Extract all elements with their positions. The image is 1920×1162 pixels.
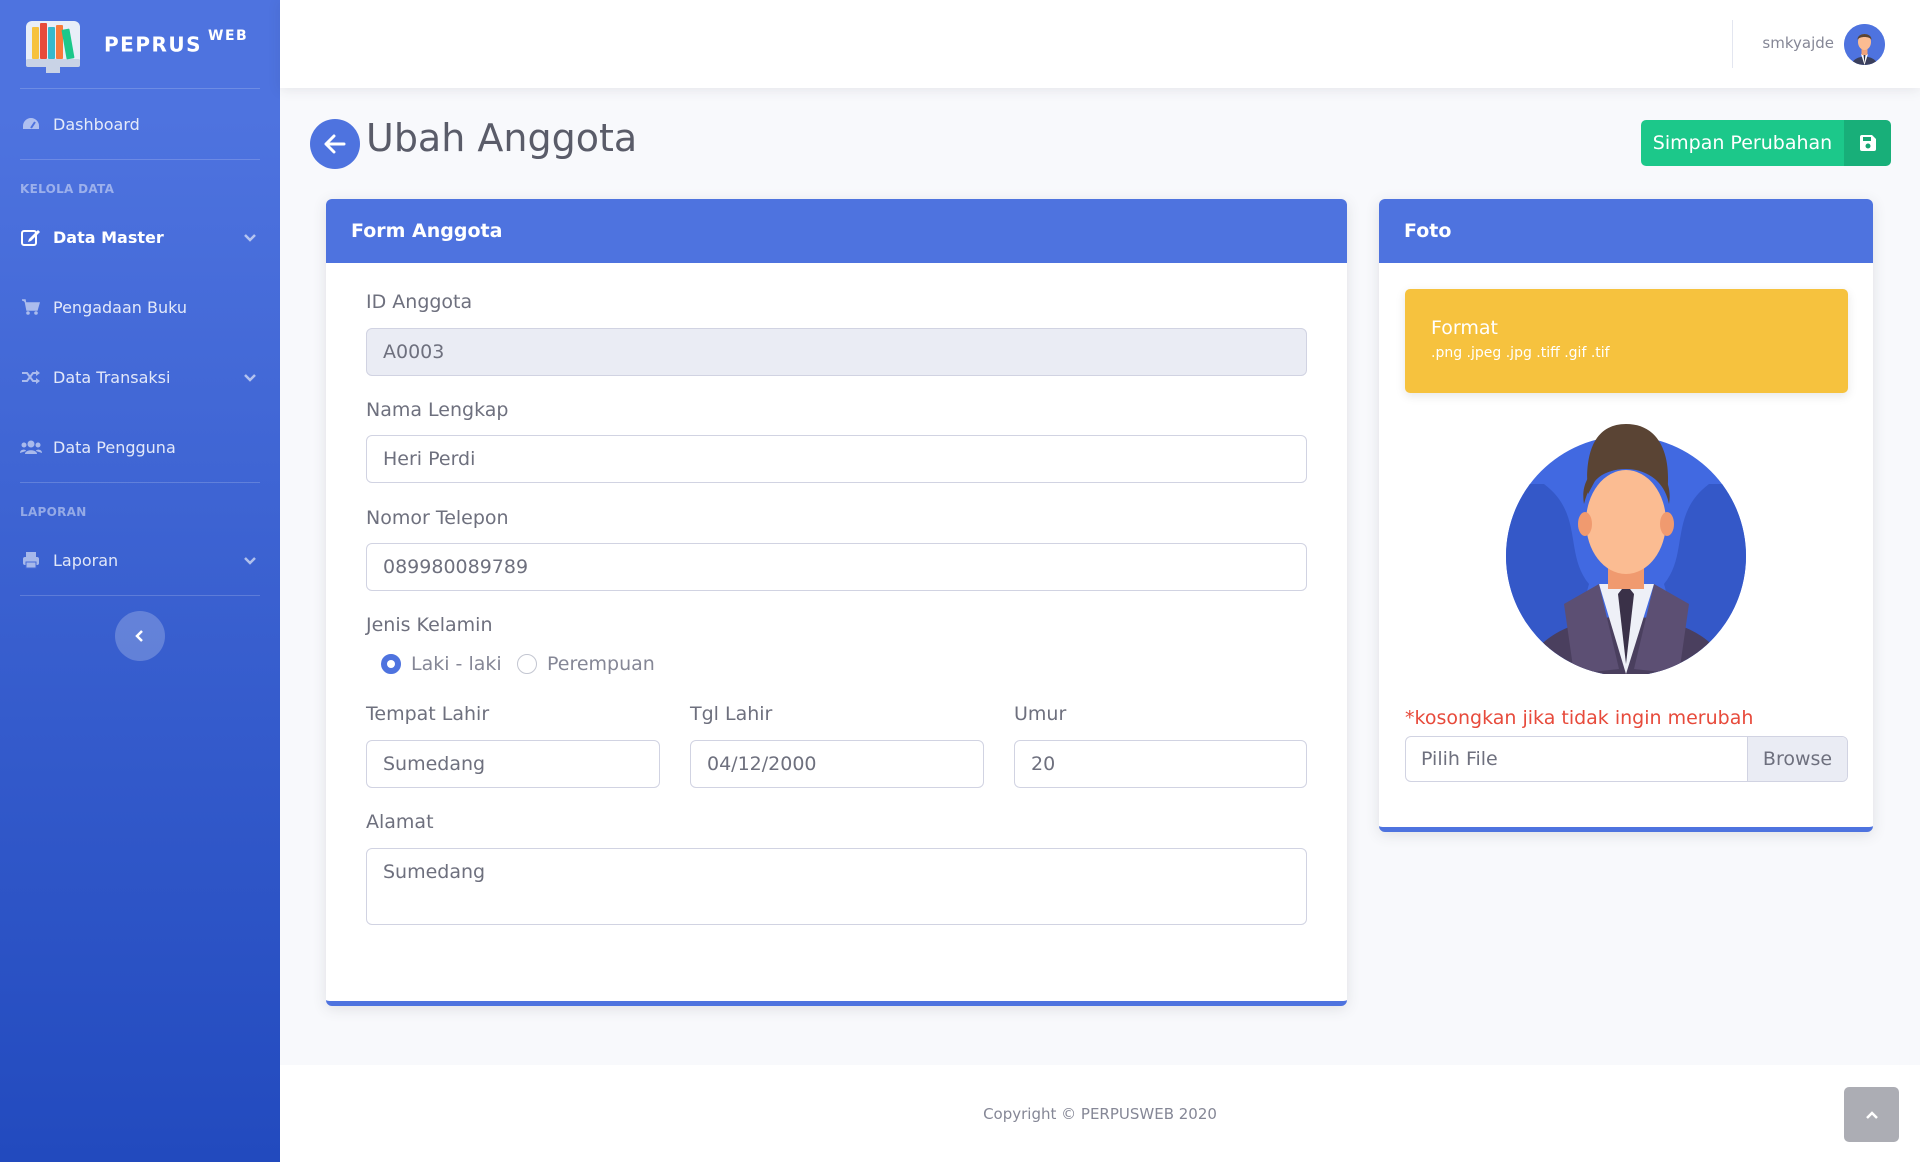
browse-button[interactable]: Browse <box>1747 737 1847 781</box>
radio-dot <box>381 654 401 674</box>
chevron-down-icon <box>244 557 256 565</box>
sidebar-item-dashboard[interactable]: Dashboard <box>0 89 280 159</box>
sidebar-item-data-transaksi[interactable]: Data Transaksi <box>0 342 280 412</box>
format-list: .png .jpeg .jpg .tiff .gif .tif <box>1431 345 1610 361</box>
file-input[interactable]: Pilih File Browse <box>1405 736 1848 782</box>
chevron-down-icon <box>244 234 256 242</box>
sidebar-toggle-button[interactable] <box>115 611 165 661</box>
arrow-left-icon <box>324 134 346 154</box>
id-anggota-input[interactable]: A0003 <box>366 328 1307 376</box>
footer: Copyright © PERPUSWEB 2020 <box>280 1065 1920 1162</box>
sidebar-item-label: Data Transaksi <box>53 367 171 387</box>
umur-label: Umur <box>1014 703 1067 725</box>
sidebar-item-label: Pengadaan Buku <box>53 297 188 317</box>
print-icon <box>20 551 42 569</box>
form-anggota-card: Form Anggota ID Anggota A0003 Nama Lengk… <box>326 199 1347 1006</box>
format-alert: Format .png .jpeg .jpg .tiff .gif .tif <box>1405 289 1848 393</box>
radio-label: Perempuan <box>547 653 655 675</box>
sidebar-item-label: Data Pengguna <box>53 437 176 457</box>
topbar: smkyajde <box>280 0 1920 88</box>
save-changes-button[interactable]: Simpan Perubahan <box>1641 120 1891 166</box>
format-title: Format <box>1431 317 1498 339</box>
tgl-lahir-input[interactable]: 04/12/2000 <box>690 740 984 788</box>
users-icon <box>20 438 42 456</box>
tachometer-icon <box>20 115 42 133</box>
umur-input[interactable]: 20 <box>1014 740 1307 788</box>
random-icon <box>20 368 42 386</box>
tempat-lahir-label: Tempat Lahir <box>366 703 490 725</box>
sidebar-divider <box>20 595 260 596</box>
nomor-telepon-input[interactable]: 089980089789 <box>366 543 1307 591</box>
jenis-kelamin-label: Jenis Kelamin <box>366 614 493 636</box>
edit-icon <box>20 228 42 246</box>
radio-dot <box>517 654 537 674</box>
save-icon <box>1844 120 1891 166</box>
tempat-lahir-input[interactable]: Sumedang <box>366 740 660 788</box>
back-button[interactable] <box>310 119 360 169</box>
sidebar-item-data-pengguna[interactable]: Data Pengguna <box>0 412 280 482</box>
chevron-down-icon <box>244 374 256 382</box>
sidebar-item-laporan[interactable]: Laporan <box>0 525 280 595</box>
sidebar-item-label: Dashboard <box>53 114 140 134</box>
nomor-telepon-label: Nomor Telepon <box>366 507 509 529</box>
tgl-lahir-label: Tgl Lahir <box>690 703 773 725</box>
sidebar-heading-laporan: LAPORAN <box>20 505 87 519</box>
alamat-label: Alamat <box>366 811 434 833</box>
sidebar-heading-kelola: KELOLA DATA <box>20 182 115 196</box>
card-header: Form Anggota <box>326 199 1347 263</box>
radio-perempuan[interactable]: Perempuan <box>517 653 655 675</box>
member-photo <box>1504 424 1749 676</box>
brand-name: PEPRUS WEB <box>104 27 249 57</box>
file-placeholder: Pilih File <box>1421 748 1498 770</box>
chevron-up-icon <box>1865 1110 1878 1119</box>
nama-lengkap-input[interactable]: Heri Perdi <box>366 435 1307 483</box>
topbar-divider <box>1732 20 1733 68</box>
page-title: Ubah Anggota <box>366 116 638 160</box>
sidebar-item-label: Laporan <box>53 550 119 570</box>
cart-icon <box>20 298 42 316</box>
sidebar-item-pengadaan-buku[interactable]: Pengadaan Buku <box>0 272 280 342</box>
radio-laki-laki[interactable]: Laki - laki <box>381 653 502 675</box>
scroll-to-top-button[interactable] <box>1844 1087 1899 1142</box>
sidebar: PEPRUS WEB Dashboard KELOLA DATA Data Mas… <box>0 0 280 1162</box>
nama-lengkap-label: Nama Lengkap <box>366 399 509 421</box>
user-avatar-icon[interactable] <box>1844 24 1885 65</box>
username[interactable]: smkyajde <box>1762 34 1834 52</box>
save-button-label: Simpan Perubahan <box>1652 132 1833 154</box>
sidebar-item-label: Data Master <box>53 227 164 247</box>
sidebar-item-data-master[interactable]: Data Master <box>0 202 280 272</box>
copyright-text: Copyright © PERPUSWEB 2020 <box>983 1104 1217 1123</box>
books-logo-icon <box>22 13 84 75</box>
chevron-left-icon <box>135 630 143 642</box>
card-header: Foto <box>1379 199 1873 263</box>
id-anggota-label: ID Anggota <box>366 291 473 313</box>
upload-note: *kosongkan jika tidak ingin merubah <box>1405 707 1754 729</box>
alamat-textarea[interactable]: Sumedang <box>366 848 1307 925</box>
radio-label: Laki - laki <box>411 653 502 675</box>
foto-card: Foto Format .png .jpeg .jpg .tiff .gif .… <box>1379 199 1873 832</box>
brand[interactable]: PEPRUS WEB <box>0 0 280 88</box>
